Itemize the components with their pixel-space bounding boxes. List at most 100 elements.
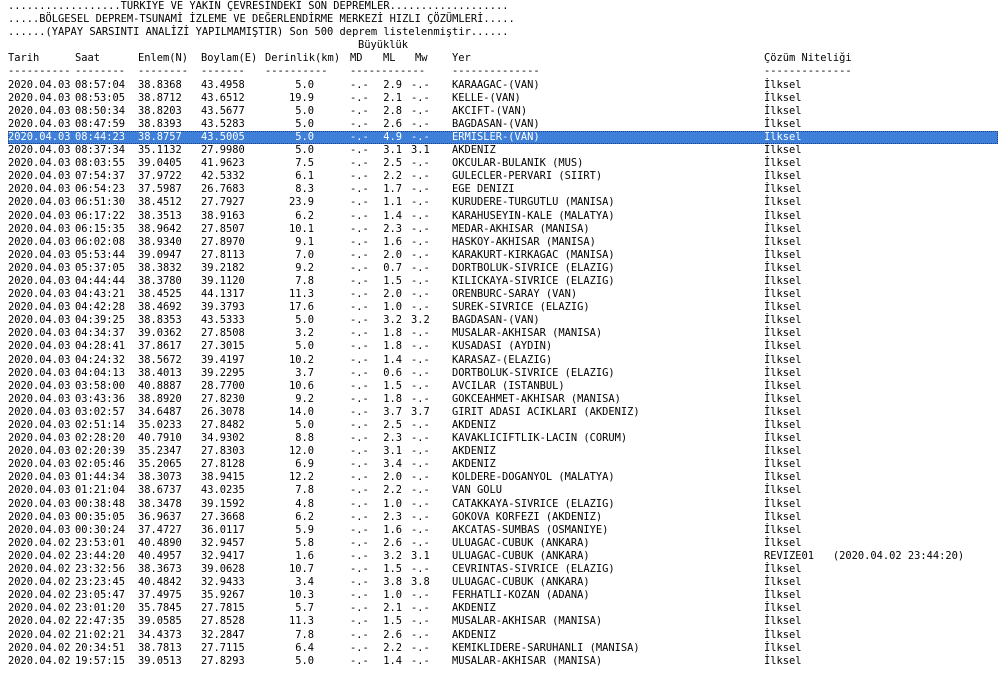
table-row[interactable]: 2020.04.02 19:57:15 39.0513 27.8293 5.0 -.- 1.… xyxy=(8,655,998,668)
cell-solution: İlksel xyxy=(764,654,802,667)
magnitude-group-label: Büyüklük xyxy=(358,39,409,52)
cell-mw: 3.2 xyxy=(411,314,430,327)
table-row[interactable]: 2020.04.02 23:32:56 38.3673 39.0628 10.7 -.- 1… xyxy=(8,563,998,576)
cell-ml: 2.2 xyxy=(383,484,402,497)
table-row[interactable]: 2020.04.03 03:43:36 38.8920 27.8230 9.2 -.- 1.… xyxy=(8,393,998,406)
table-row[interactable]: 2020.04.03 03:58:00 40.8887 28.7700 10.6 -.- 1… xyxy=(8,380,998,393)
cell-place: DORTBOLUK-SIVRICE (ELAZIG) xyxy=(452,366,615,379)
cell-depth: 6.2 xyxy=(295,510,314,523)
cell-solution: İlksel xyxy=(764,104,802,117)
table-row[interactable]: 2020.04.03 02:05:46 35.2065 27.8128 6.9 -.- 3.… xyxy=(8,458,998,471)
ruler-solution: -------------- xyxy=(764,65,852,78)
table-row[interactable]: 2020.04.03 07:54:37 37.9722 42.5332 6.1 -.- 2.… xyxy=(8,170,998,183)
table-row[interactable]: 2020.04.03 00:35:05 36.9637 27.3668 6.2 -.- 2.… xyxy=(8,511,998,524)
cell-solution: İlksel xyxy=(764,78,802,91)
cell-depth: 6.2 xyxy=(295,209,314,222)
table-row[interactable]: 2020.04.03 06:17:22 38.3513 38.9163 6.2 -.- 1.… xyxy=(8,210,998,223)
table-row[interactable]: 2020.04.03 02:51:14 35.0233 27.8482 5.0 -.- 2.… xyxy=(8,419,998,432)
cell-longitude: 39.1592 xyxy=(201,497,245,510)
table-row[interactable]: 2020.04.02 23:05:47 37.4975 35.9267 10.3 -.- 1… xyxy=(8,589,998,602)
cell-md: -.- xyxy=(350,248,369,261)
cell-date: 2020.04.03 xyxy=(8,91,71,104)
table-row[interactable]: 2020.04.03 06:15:35 38.9642 27.8507 10.1 -.- 2… xyxy=(8,223,998,236)
cell-time: 01:21:04 xyxy=(75,484,126,497)
cell-date: 2020.04.02 xyxy=(8,536,71,549)
table-row[interactable]: 2020.04.03 00:30:24 37.4727 36.0117 5.9 -.- 1.… xyxy=(8,524,998,537)
table-row[interactable]: 2020.04.02 21:02:21 34.4373 32.2847 7.8 -.- 2.… xyxy=(8,629,998,642)
table-row[interactable]: 2020.04.03 05:53:44 39.0947 27.8113 7.0 -.- 2.… xyxy=(8,249,998,262)
table-row[interactable]: 2020.04.03 08:50:34 38.8203 43.5677 5.0 -.- 2.… xyxy=(8,105,998,118)
table-row[interactable]: 2020.04.03 08:57:04 38.8368 43.4958 5.0 -.- 2.… xyxy=(8,79,998,92)
cell-solution: İlksel xyxy=(764,157,802,170)
table-row[interactable]: 2020.04.02 20:34:51 38.7813 27.7115 6.4 -.- 2.… xyxy=(8,642,998,655)
cell-place: AKCIFT-(VAN) xyxy=(452,104,528,117)
cell-ml: 3.2 xyxy=(383,314,402,327)
cell-latitude: 39.0585 xyxy=(138,615,182,628)
table-row[interactable]: 2020.04.03 04:43:21 38.4525 44.1317 11.3 -.- 2… xyxy=(8,288,998,301)
table-row[interactable]: 2020.04.03 04:04:13 38.4013 39.2295 3.7 -.- 0.… xyxy=(8,367,998,380)
table-row[interactable]: 2020.04.03 04:39:25 38.8353 43.5333 5.0 -.- 3.… xyxy=(8,314,998,327)
table-row[interactable]: 2020.04.03 04:28:41 37.8617 27.3015 5.0 -.- 1.… xyxy=(8,340,998,353)
cell-latitude: 38.3832 xyxy=(138,261,182,274)
table-row[interactable]: 2020.04.03 06:54:23 37.5987 26.7683 8.3 -.- 1.… xyxy=(8,183,998,196)
header-line-3: ......(YAPAY SARSINTI ANALİZİ YAPILMAMIŞ… xyxy=(8,26,509,39)
table-row[interactable]: 2020.04.03 04:42:28 38.4692 39.3793 17.6 -.- 1… xyxy=(8,301,998,314)
table-row[interactable]: 2020.04.02 23:01:20 35.7845 27.7815 5.7 -.- 2.… xyxy=(8,602,998,615)
table-row[interactable]: 2020.04.03 06:51:30 38.4512 27.7927 23.9 -.- 1… xyxy=(8,196,998,209)
cell-longitude: 32.9457 xyxy=(201,536,245,549)
table-row[interactable]: 2020.04.03 08:53:05 38.8712 43.6512 19.9 -.- 2… xyxy=(8,92,998,105)
table-row[interactable]: 2020.04.03 08:47:59 38.8393 43.5283 5.0 -.- 2.… xyxy=(8,118,998,131)
table-row[interactable]: 2020.04.02 23:53:01 40.4890 32.9457 5.8 -.- 2.… xyxy=(8,537,998,550)
table-row[interactable]: 2020.04.03 02:28:20 40.7910 34.9302 8.8 -.- 2.… xyxy=(8,432,998,445)
cell-longitude: 27.8482 xyxy=(201,419,245,431)
table-row[interactable]: 2020.04.02 23:44:20 40.4957 32.9417 1.6 -.- 3.… xyxy=(8,550,998,563)
cell-latitude: 40.8887 xyxy=(138,379,182,392)
cell-date: 2020.04.03 xyxy=(8,419,71,431)
cell-time: 06:17:22 xyxy=(75,209,126,222)
table-row[interactable]: 2020.04.03 08:03:55 39.0405 41.9623 7.5 -.- 2.… xyxy=(8,157,998,170)
cell-depth: 6.4 xyxy=(295,641,314,654)
ruler-place: -------------- xyxy=(452,65,540,78)
table-row[interactable]: 2020.04.03 06:02:08 38.9340 27.8970 9.1 -.- 1.… xyxy=(8,236,998,249)
cell-longitude: 27.7815 xyxy=(201,602,245,615)
cell-mw: -.- xyxy=(411,628,430,641)
table-row[interactable]: 2020.04.03 01:21:04 38.6737 43.0235 7.8 -.- 2.… xyxy=(8,484,998,497)
table-row-selected[interactable]: 2020.04.03 08:44:23 38.8757 43.5005 5.0 -.- 4.… xyxy=(8,130,998,145)
cell-longitude: 27.8528 xyxy=(201,615,245,628)
cell-mw: -.- xyxy=(411,589,430,602)
cell-place: EGE DENIZI xyxy=(452,183,515,196)
table-row[interactable]: 2020.04.02 23:23:45 40.4842 32.9433 3.4 -.- 3.… xyxy=(8,576,998,589)
cell-depth: 6.1 xyxy=(295,170,314,183)
cell-depth: 12.0 xyxy=(288,445,314,458)
cell-latitude: 38.7813 xyxy=(138,641,182,654)
cell-md: -.- xyxy=(350,301,369,314)
cell-place: GULECLER-PERVARI (SIIRT) xyxy=(452,170,603,183)
cell-time: 07:54:37 xyxy=(75,170,126,183)
table-row[interactable]: 2020.04.03 04:44:44 38.3780 39.1120 7.8 -.- 1.… xyxy=(8,275,998,288)
cell-place: KAVAKLICIFTLIK-LACIN (CORUM) xyxy=(452,432,628,445)
table-row[interactable]: 2020.04.03 01:44:34 38.3073 38.9415 12.2 -.- 2… xyxy=(8,471,998,484)
table-row[interactable]: 2020.04.02 22:47:35 39.0585 27.8528 11.3 -.- 1… xyxy=(8,615,998,628)
cell-md: -.- xyxy=(350,104,369,117)
cell-md: -.- xyxy=(350,576,369,589)
cell-place: ULUAGAC-CUBUK (ANKARA) xyxy=(452,536,590,549)
cell-date: 2020.04.02 xyxy=(8,576,71,589)
table-row[interactable]: 2020.04.03 08:37:34 35.1132 27.9980 5.0 -.- 3.… xyxy=(8,144,998,157)
table-row[interactable]: 2020.04.03 03:02:57 34.6487 26.3078 14.0 -.- 3… xyxy=(8,406,998,419)
cell-place: AKDENIZ xyxy=(452,144,496,157)
cell-depth: 7.8 xyxy=(295,274,314,287)
cell-depth: 10.3 xyxy=(288,589,314,602)
cell-ml: 1.8 xyxy=(383,340,402,353)
cell-depth: 5.0 xyxy=(295,78,314,91)
table-row[interactable]: 2020.04.03 04:24:32 38.5672 39.4197 10.2 -.- 1… xyxy=(8,354,998,367)
table-row[interactable]: 2020.04.03 00:38:48 38.3478 39.1592 4.8 -.- 1.… xyxy=(8,498,998,511)
table-row[interactable]: 2020.04.03 04:34:37 39.0362 27.8508 3.2 -.- 1.… xyxy=(8,327,998,340)
cell-date: 2020.04.03 xyxy=(8,288,71,301)
table-row[interactable]: 2020.04.03 05:37:05 38.3832 39.2182 9.2 -.- 0.… xyxy=(8,262,998,275)
cell-date: 2020.04.02 xyxy=(8,628,71,641)
cell-longitude: 39.2182 xyxy=(201,261,245,274)
cell-solution: İlksel xyxy=(764,91,802,104)
cell-depth: 12.2 xyxy=(288,471,314,484)
cell-solution: İlksel xyxy=(764,261,802,274)
table-row[interactable]: 2020.04.03 02:20:39 35.2347 27.8303 12.0 -.- 3… xyxy=(8,445,998,458)
